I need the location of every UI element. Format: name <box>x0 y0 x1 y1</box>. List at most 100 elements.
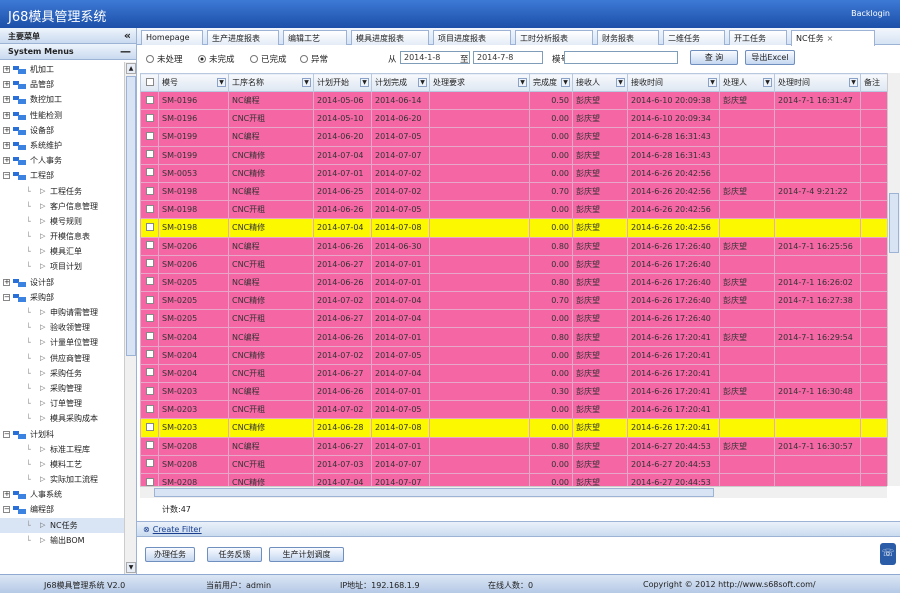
tree-item[interactable]: └ ▷ 工程任务 <box>0 184 124 199</box>
query-button[interactable]: 查 询 <box>690 50 738 65</box>
column-menu-icon[interactable]: ▼ <box>217 78 226 87</box>
column-header[interactable]: 计划开始 ▼ <box>313 73 372 92</box>
column-header[interactable]: 工序名称 ▼ <box>228 73 314 92</box>
row-checkbox[interactable] <box>140 109 159 129</box>
tree-item[interactable]: └ ▷ 采购任务 <box>0 366 124 381</box>
row-checkbox[interactable] <box>140 145 159 165</box>
table-row[interactable]: SM-0208 CNC开粗 2014-07-03 2014-07-07 0.00 彭庆望 2… <box>140 454 887 474</box>
tree-item[interactable]: └ ▷ 模具汇单 <box>0 244 124 259</box>
tree-item[interactable]: + 人事系统 <box>0 487 124 502</box>
grid-hscroll-thumb[interactable] <box>154 488 714 497</box>
column-menu-icon[interactable]: ▼ <box>518 78 527 87</box>
table-row[interactable]: SM-0206 CNC开粗 2014-06-27 2014-07-01 0.00 彭庆望 2… <box>140 254 887 274</box>
radio-incomplete[interactable]: 未完成 <box>198 53 235 65</box>
radio-exception[interactable]: 异常 <box>300 53 328 65</box>
grid-scroll-thumb[interactable] <box>889 193 899 253</box>
tab-item[interactable]: NC任务 × <box>791 30 875 46</box>
column-header[interactable]: 处理要求 ▼ <box>429 73 530 92</box>
expand-node-icon[interactable]: + <box>3 66 10 73</box>
row-checkbox[interactable] <box>140 472 159 486</box>
close-tab-icon[interactable]: × <box>827 34 834 43</box>
tree-item[interactable]: └ ▷ 客户信息管理 <box>0 199 124 214</box>
tree-item[interactable]: └ ▷ NC任务 <box>0 517 124 533</box>
tree-item[interactable]: + 系统维护 <box>0 138 124 153</box>
column-menu-icon[interactable]: ▼ <box>763 78 772 87</box>
tree-item[interactable]: └ ▷ 开模信息表 <box>0 229 124 244</box>
mold-number-input[interactable] <box>564 51 678 64</box>
table-row[interactable]: SM-0206 NC编程 2014-06-26 2014-06-30 0.80 彭庆望 20… <box>140 236 887 256</box>
backlogin-link[interactable]: Backlogin <box>851 9 890 18</box>
tree-item[interactable]: └ ▷ 模号规则 <box>0 214 124 229</box>
table-row[interactable]: SM-0198 NC编程 2014-06-25 2014-07-02 0.70 彭庆望 20… <box>140 181 887 202</box>
tree-item[interactable]: + 机加工 <box>0 62 124 77</box>
create-filter-bar[interactable]: ⊗ Create Filter <box>137 521 900 537</box>
column-menu-icon[interactable]: ▼ <box>849 78 858 87</box>
table-row[interactable]: SM-0196 CNC开粗 2014-05-10 2014-06-20 0.00 彭庆望 2… <box>140 109 887 129</box>
expand-node-icon[interactable]: + <box>3 141 10 149</box>
row-checkbox[interactable] <box>140 127 159 147</box>
radio-completed[interactable]: 已完成 <box>250 53 287 65</box>
tree-item[interactable]: └ ▷ 计量单位管理 <box>0 335 124 350</box>
row-checkbox[interactable] <box>140 454 159 474</box>
column-header[interactable]: 接收人 ▼ <box>572 73 628 92</box>
tree-item[interactable]: + 设备部 <box>0 123 124 138</box>
table-row[interactable]: SM-0205 NC编程 2014-06-26 2014-07-01 0.80 彭庆望 20… <box>140 272 887 293</box>
row-checkbox[interactable] <box>140 272 159 293</box>
tab-item[interactable]: 二维任务 <box>663 30 725 45</box>
grid-vertical-scrollbar[interactable] <box>887 73 900 486</box>
table-row[interactable]: SM-0196 NC编程 2014-05-06 2014-06-14 0.50 彭庆望 20… <box>140 90 887 111</box>
table-row[interactable]: SM-0203 CNC精修 2014-06-28 2014-07-08 0.00 彭庆望 2… <box>140 418 887 438</box>
tree-item[interactable]: − 工程部 <box>0 168 124 183</box>
expand-node-icon[interactable]: + <box>3 96 10 104</box>
tab-item[interactable]: 工时分析报表 <box>515 30 593 45</box>
tab-item[interactable]: 编辑工艺 <box>283 30 347 45</box>
tab-item[interactable]: 模具进度报表 <box>351 30 429 45</box>
column-header[interactable]: 备注 <box>860 73 887 92</box>
column-menu-icon[interactable]: ▼ <box>708 78 717 87</box>
expand-node-icon[interactable]: + <box>3 81 10 89</box>
collapse-node-icon[interactable]: − <box>3 172 10 180</box>
row-checkbox[interactable] <box>140 218 159 238</box>
create-filter-link[interactable]: Create Filter <box>153 525 202 534</box>
tree-item[interactable]: └ ▷ 申购请需管理 <box>0 305 124 320</box>
table-row[interactable]: SM-0204 CNC开粗 2014-06-27 2014-07-04 0.00 彭庆望 2… <box>140 363 887 384</box>
expand-node-icon[interactable]: + <box>3 111 10 119</box>
table-row[interactable]: SM-0203 NC编程 2014-06-26 2014-07-01 0.30 彭庆望 20… <box>140 381 887 402</box>
tree-item[interactable]: └ ▷ 供应商管理 <box>0 351 124 366</box>
scroll-down-arrow[interactable]: ▼ <box>126 562 136 573</box>
tree-item[interactable]: − 采购部 <box>0 290 124 305</box>
column-menu-icon[interactable]: ▼ <box>418 78 427 87</box>
tab-item[interactable]: 财务报表 <box>597 30 659 45</box>
collapse-sidebar-button[interactable]: « <box>124 29 131 42</box>
table-row[interactable]: SM-0204 NC编程 2014-06-26 2014-07-01 0.80 彭庆望 20… <box>140 327 887 347</box>
column-header[interactable]: 处理人 ▼ <box>719 73 775 92</box>
minimize-menu-button[interactable]: — <box>120 45 131 58</box>
collapse-node-icon[interactable]: − <box>3 506 10 514</box>
column-menu-icon[interactable]: ▼ <box>616 78 625 87</box>
tree-item[interactable]: + 设计部 <box>0 275 124 290</box>
tab-item[interactable]: 生产进度报表 <box>207 30 279 45</box>
tree-item[interactable]: + 性能检测 <box>0 108 124 123</box>
to-date-input[interactable]: 2014-7-8 <box>473 51 543 64</box>
column-header[interactable]: 接收时间 ▼ <box>627 73 720 92</box>
column-header[interactable]: 完成度 ▼ <box>529 73 573 92</box>
tree-item[interactable]: + 个人事务 <box>0 153 124 168</box>
tree-item[interactable]: └ ▷ 采购管理 <box>0 381 124 396</box>
row-checkbox[interactable] <box>140 236 159 256</box>
expand-node-icon[interactable]: + <box>3 157 10 165</box>
expand-node-icon[interactable]: + <box>3 491 10 499</box>
table-row[interactable]: SM-0205 CNC精修 2014-07-02 2014-07-04 0.70 彭庆望 2… <box>140 291 887 311</box>
expand-node-icon[interactable]: + <box>3 278 10 286</box>
grid-horizontal-scrollbar[interactable] <box>140 486 887 498</box>
tree-item[interactable]: − 编程部 <box>0 502 124 517</box>
table-row[interactable]: SM-0198 CNC开粗 2014-06-26 2014-07-05 0.00 彭庆望 2… <box>140 200 887 220</box>
collapse-node-icon[interactable]: − <box>3 430 10 438</box>
select-all-checkbox[interactable] <box>140 73 159 92</box>
table-row[interactable]: SM-0198 CNC精修 2014-07-04 2014-07-08 0.00 彭庆望 2… <box>140 218 887 238</box>
table-row[interactable]: SM-0208 NC编程 2014-06-27 2014-07-01 0.80 彭庆望 20… <box>140 436 887 456</box>
tree-item[interactable]: └ ▷ 验收领管理 <box>0 320 124 335</box>
column-header[interactable]: 计划完成 ▼ <box>371 73 430 92</box>
column-menu-icon[interactable]: ▼ <box>302 78 311 87</box>
table-row[interactable]: SM-0203 CNC开粗 2014-07-02 2014-07-05 0.00 彭庆望 2… <box>140 400 887 420</box>
chat-help-icon[interactable]: ☏ <box>880 543 896 565</box>
